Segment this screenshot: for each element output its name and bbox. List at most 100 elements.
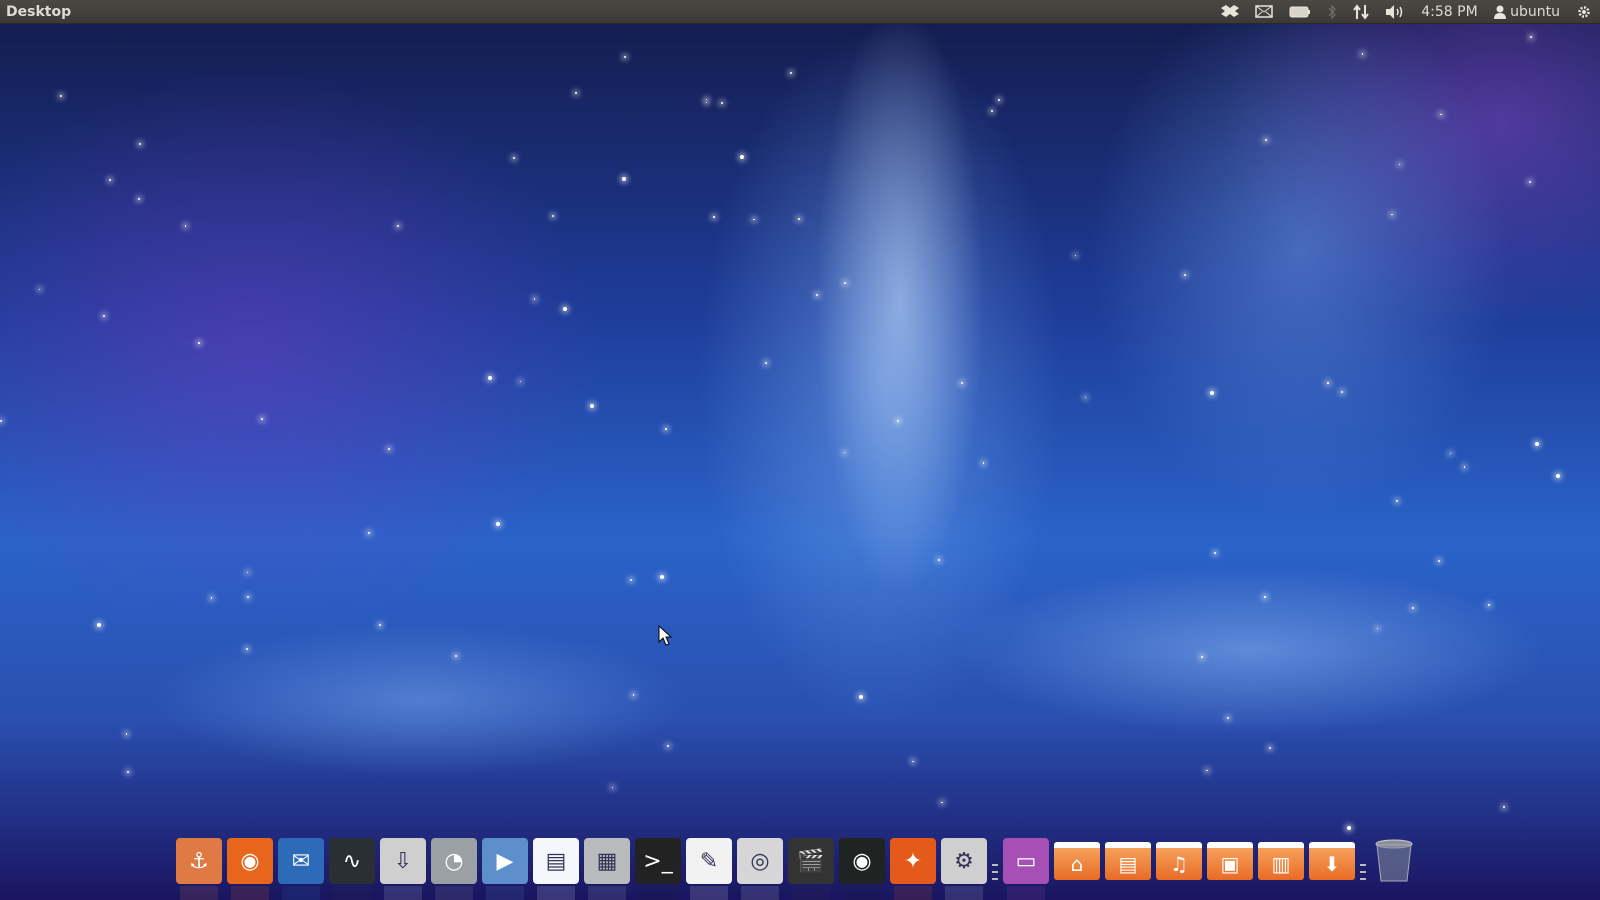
dock-item-install[interactable]: ⇩ [380, 838, 426, 900]
star [1556, 473, 1561, 478]
mail-icon[interactable] [1247, 0, 1281, 24]
star [1214, 552, 1217, 555]
dock-item-system-monitor[interactable]: ∿ [329, 838, 375, 900]
dock: ⚓ ◉ ✉ ∿ ⇩ ◔ ▶ ▤ ▦ >_ ✎ ◎ 🎬 ◉ ✦ ⚙ ▭ ⌂ ▤ ♫ ▣ ▥ ⬇ [176, 838, 1417, 900]
star [139, 143, 142, 146]
star [815, 294, 818, 297]
star [1391, 213, 1393, 216]
star [96, 623, 101, 628]
calculator-icon: ▦ [596, 848, 618, 874]
dock-item-videos-folder[interactable]: ▥ [1258, 838, 1304, 884]
documents-folder-icon: ▤ [1105, 842, 1151, 880]
star [713, 216, 715, 218]
star [843, 451, 846, 454]
dock-item-terminal[interactable]: >_ [635, 838, 681, 900]
star [1535, 441, 1540, 446]
star [102, 314, 105, 317]
session-gear-icon[interactable] [1568, 0, 1600, 24]
star [396, 224, 399, 227]
star [941, 801, 943, 804]
star [629, 578, 632, 581]
dock-item-disk-usage[interactable]: ◔ [431, 838, 477, 900]
star [388, 447, 391, 450]
star [378, 624, 381, 627]
dock-item-thunderbird[interactable]: ✉ [278, 838, 324, 900]
dock-item-computer[interactable]: ▭ [1003, 838, 1049, 900]
volume-icon[interactable] [1377, 0, 1413, 24]
star [1346, 825, 1351, 830]
trash-icon [1375, 839, 1413, 882]
star [982, 462, 985, 464]
software-center-icon: ✦ [903, 848, 923, 874]
clock[interactable]: 4:58 PM [1413, 0, 1485, 24]
star [665, 428, 667, 430]
star [859, 694, 864, 699]
wallpaper [0, 0, 1600, 900]
media-player-icon: ▶ [496, 848, 514, 874]
computer-icon: ▭ [1015, 848, 1037, 874]
star [991, 109, 994, 112]
dock-item-home-folder[interactable]: ⌂ [1054, 838, 1100, 884]
system-monitor-icon: ∿ [342, 848, 362, 874]
dock-separator [1360, 838, 1366, 884]
star [659, 574, 664, 579]
star [740, 155, 745, 160]
star [705, 98, 708, 101]
downloads-folder-icon: ⬇ [1309, 842, 1355, 880]
dock-item-pictures-folder[interactable]: ▣ [1207, 838, 1253, 884]
star [488, 375, 493, 380]
battery-icon[interactable] [1281, 0, 1319, 24]
star [632, 694, 635, 696]
star [245, 648, 248, 651]
star [844, 281, 847, 284]
dock-separator [992, 838, 998, 884]
star [624, 55, 627, 58]
star [1395, 499, 1398, 502]
dock-item-text-editor[interactable]: ✎ [686, 838, 732, 900]
star [1341, 390, 1344, 393]
star [1411, 607, 1414, 610]
dock-item-writer-document[interactable]: ▤ [533, 838, 579, 900]
star [198, 342, 200, 344]
star [137, 198, 140, 201]
mouse-cursor [658, 625, 672, 646]
bluetooth-icon[interactable] [1319, 0, 1345, 24]
star [562, 307, 567, 312]
star [1361, 53, 1364, 55]
user-name: ubuntu [1510, 3, 1560, 20]
star [998, 99, 1001, 102]
thunderbird-icon: ✉ [291, 848, 311, 874]
star [455, 655, 458, 657]
user-menu[interactable]: ubuntu [1486, 0, 1568, 24]
network-icon[interactable] [1345, 0, 1377, 24]
dock-item-anchor[interactable]: ⚓ [176, 838, 222, 900]
dock-item-software-center[interactable]: ✦ [890, 838, 936, 900]
dock-item-downloads-folder[interactable]: ⬇ [1309, 838, 1355, 884]
dock-item-video-editor[interactable]: 🎬 [788, 838, 834, 900]
writer-document-icon: ▤ [545, 848, 567, 874]
dock-item-documents-folder[interactable]: ▤ [1105, 838, 1151, 884]
dock-item-music-folder[interactable]: ♫ [1156, 838, 1202, 884]
star [109, 179, 112, 182]
star [1376, 627, 1379, 630]
window-title: Desktop [6, 3, 72, 20]
dock-item-system-settings[interactable]: ⚙ [941, 838, 987, 900]
disk-usage-icon: ◔ [444, 848, 464, 874]
dock-item-camera[interactable]: ◎ [737, 838, 783, 900]
star [1264, 139, 1267, 142]
star [667, 745, 670, 748]
star [790, 71, 793, 74]
text-editor-icon: ✎ [699, 848, 719, 874]
dock-item-calculator[interactable]: ▦ [584, 838, 630, 900]
user-icon [1493, 5, 1506, 19]
dock-item-media-player[interactable]: ▶ [482, 838, 528, 900]
dock-item-trash[interactable] [1371, 838, 1417, 884]
dock-item-firefox[interactable]: ◉ [227, 838, 273, 900]
home-folder-icon: ⌂ [1054, 842, 1100, 880]
dropbox-icon[interactable] [1213, 0, 1247, 24]
camera-icon: ◎ [750, 848, 770, 874]
star [1269, 747, 1272, 749]
videos-folder-icon: ▥ [1258, 842, 1304, 880]
dock-item-safe[interactable]: ◉ [839, 838, 885, 900]
star [367, 532, 370, 535]
